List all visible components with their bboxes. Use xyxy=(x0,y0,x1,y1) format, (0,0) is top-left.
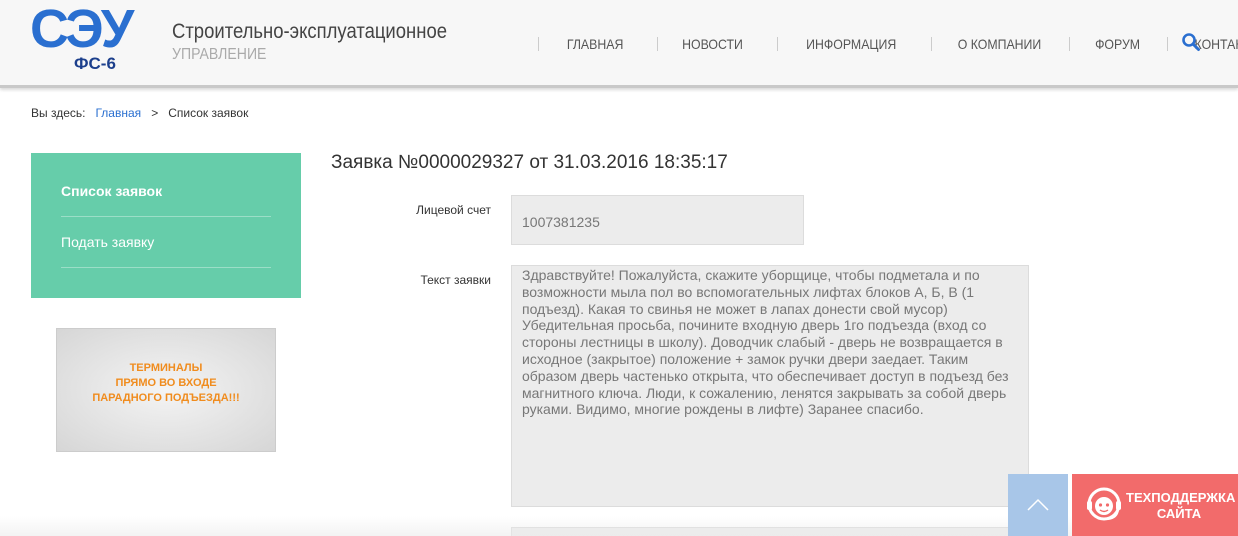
search-icon[interactable] xyxy=(1181,32,1201,52)
account-field[interactable]: 1007381235 xyxy=(511,195,804,245)
site-header: СЭУ ФС-6 Строительно-эксплуатационное уп… xyxy=(0,0,1238,88)
nav-item-home[interactable]: Главная xyxy=(567,36,624,52)
request-text-line: стороны лестницы в школу). Доводчик слаб… xyxy=(522,334,1003,351)
account-label: Лицевой счет xyxy=(416,203,491,217)
nav-item-info[interactable]: Информация xyxy=(806,36,896,52)
nav-divider xyxy=(657,37,659,51)
breadcrumb-separator: > xyxy=(151,106,159,120)
sidebar-divider xyxy=(61,216,271,217)
nav-divider xyxy=(777,37,779,51)
breadcrumb-home-link[interactable]: Главная xyxy=(95,106,141,120)
logo-subtext: ФС-6 xyxy=(74,54,116,73)
request-text-line: Убедительная просьба, почините входную д… xyxy=(522,317,987,334)
nav-divider xyxy=(538,37,539,51)
request-text-line: возможности мыла пол во вспомогательных … xyxy=(522,283,975,300)
nav-item-about[interactable]: О компании xyxy=(957,36,1041,52)
support-label-line: сайта xyxy=(1156,506,1202,521)
support-agent-icon xyxy=(1087,487,1121,521)
banner-text: ТЕРМИНАЛЫ ПРЯМО ВО ВХОДЕ ПАРАДНОГО ПОДЪЕ… xyxy=(57,361,275,406)
sidebar-divider xyxy=(61,267,271,268)
scroll-to-top-button[interactable] xyxy=(1008,474,1068,536)
site-logo[interactable]: СЭУ ФС-6 xyxy=(30,2,166,74)
page-title: Заявка №0000029327 от 31.03.2016 18:35:1… xyxy=(331,152,728,173)
sidebar-menu: Список заявок Подать заявку xyxy=(31,153,301,298)
site-title: Строительно-эксплуатационное xyxy=(172,20,447,43)
banner-line: ТЕРМИНАЛЫ xyxy=(129,362,203,374)
site-subtitle: управление xyxy=(172,46,267,63)
request-text-line: образом дверь частенько открыта, что обе… xyxy=(522,367,1009,384)
next-field[interactable] xyxy=(511,527,1029,536)
breadcrumb-prefix: Вы здесь: xyxy=(31,106,86,120)
sidebar-item-submit-request[interactable]: Подать заявку xyxy=(61,234,271,250)
chevron-up-icon xyxy=(1027,498,1049,511)
main-nav: Главная Новости Информация О компании Фо… xyxy=(538,34,1238,54)
nav-item-forum[interactable]: Форум xyxy=(1095,36,1140,52)
banner-line: ПАРАДНОГО ПОДЪЕЗДА!!! xyxy=(92,392,240,404)
request-text-line: исходное (закрытое) положение + замок ру… xyxy=(522,350,969,367)
request-text-label: Текст заявки xyxy=(420,273,491,287)
request-text-field[interactable]: Здравствуйте! Пожалуйста, скажите уборщи… xyxy=(511,265,1029,507)
logo-text: СЭУ xyxy=(30,0,134,59)
request-text-line: магнитного ключа. Люди, к сожалению, лен… xyxy=(522,384,1007,401)
account-value: 1007381235 xyxy=(522,214,600,230)
support-label-line: Техподдержка xyxy=(1126,490,1236,505)
tech-support-button[interactable]: Техподдержка сайта xyxy=(1072,474,1238,536)
request-text-line: Здравствуйте! Пожалуйста, скажите уборщи… xyxy=(522,267,980,283)
nav-divider xyxy=(1068,37,1070,51)
nav-divider xyxy=(1166,37,1168,51)
support-label: Техподдержка сайта xyxy=(1126,490,1236,522)
request-text-line: подъезд). Какая то свинья не может в лап… xyxy=(522,300,948,317)
nav-item-news[interactable]: Новости xyxy=(682,36,743,52)
terminals-banner[interactable]: ТЕРМИНАЛЫ ПРЯМО ВО ВХОДЕ ПАРАДНОГО ПОДЪЕ… xyxy=(56,328,276,452)
sidebar-item-requests-list[interactable]: Список заявок xyxy=(61,183,271,199)
breadcrumb-current: Список заявок xyxy=(168,106,249,120)
nav-divider xyxy=(930,37,932,51)
request-text-line: руками. Видимо, многие рождены в лифте) … xyxy=(522,401,924,418)
breadcrumb: Вы здесь: Главная > Список заявок xyxy=(31,106,248,120)
banner-line: ПРЯМО ВО ВХОДЕ xyxy=(115,377,217,389)
